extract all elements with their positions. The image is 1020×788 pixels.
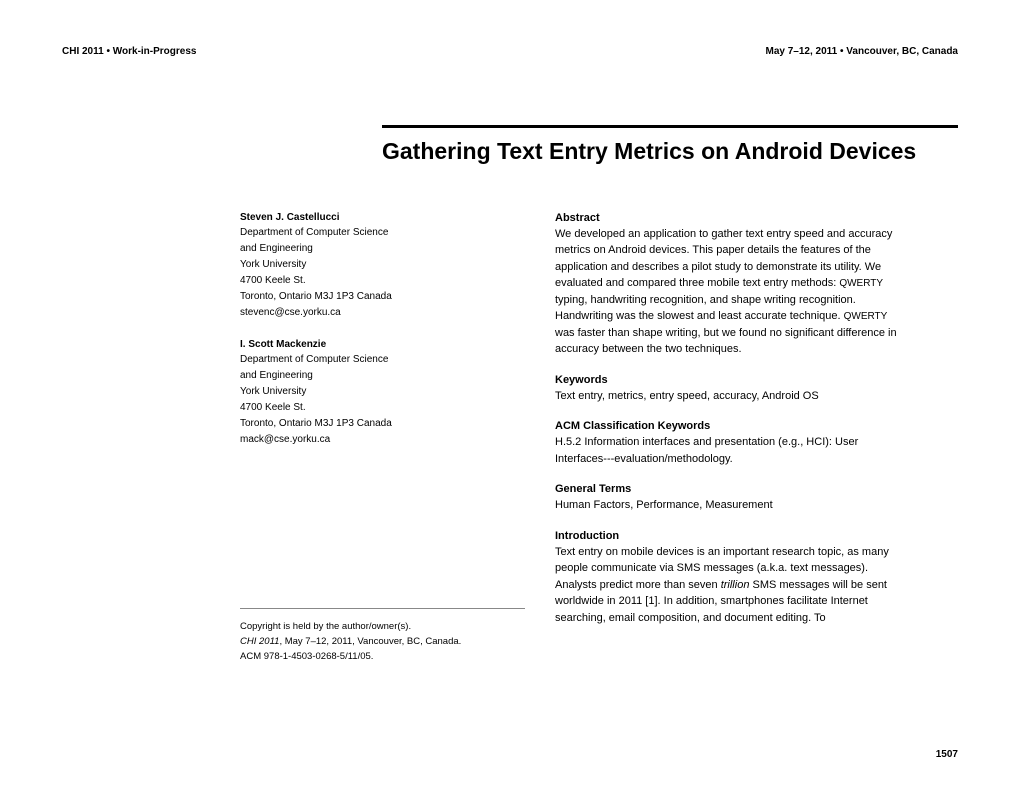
intro-text: Text entry on mobile devices is an impor… <box>555 544 900 627</box>
left-column: Steven J. Castellucci Department of Comp… <box>240 212 525 665</box>
venue-name: CHI 2011 <box>240 636 279 647</box>
author-name: I. Scott Mackenzie <box>240 339 525 350</box>
author-name: Steven J. Castellucci <box>240 212 525 223</box>
copyright-section: Copyright is held by the author/owner(s)… <box>240 608 525 665</box>
venue-date: , May 7–12, 2011, Vancouver, BC, Canada. <box>279 636 461 647</box>
abstract-text: We developed an application to gather te… <box>555 226 900 358</box>
author-affiliation: York University <box>240 384 525 400</box>
abstract-heading: Abstract <box>555 212 900 224</box>
right-column: Abstract We developed an application to … <box>555 212 900 665</box>
author-affiliation: Department of Computer Science <box>240 352 525 368</box>
author-affiliation: 4700 Keele St. <box>240 273 525 289</box>
copyright-line: Copyright is held by the author/owner(s)… <box>240 619 525 634</box>
acm-text: H.5.2 Information interfaces and present… <box>555 434 900 467</box>
terms-text: Human Factors, Performance, Measurement <box>555 497 900 514</box>
content-columns: Steven J. Castellucci Department of Comp… <box>62 212 958 665</box>
author-affiliation: and Engineering <box>240 241 525 257</box>
header-right: May 7–12, 2011 • Vancouver, BC, Canada <box>766 46 959 57</box>
page-number: 1507 <box>936 749 958 760</box>
terms-heading: General Terms <box>555 483 900 495</box>
author-affiliation: York University <box>240 257 525 273</box>
page-header: CHI 2011 • Work-in-Progress May 7–12, 20… <box>62 46 958 57</box>
author-email: stevenc@cse.yorku.ca <box>240 305 525 321</box>
copyright-isbn: ACM 978-1-4503-0268-5/11/05. <box>240 649 525 664</box>
title-section: Gathering Text Entry Metrics on Android … <box>382 125 958 166</box>
author-email: mack@cse.yorku.ca <box>240 432 525 448</box>
header-left: CHI 2011 • Work-in-Progress <box>62 46 196 57</box>
author-block-1: Steven J. Castellucci Department of Comp… <box>240 212 525 321</box>
author-block-2: I. Scott Mackenzie Department of Compute… <box>240 339 525 448</box>
author-affiliation: and Engineering <box>240 368 525 384</box>
author-affiliation: 4700 Keele St. <box>240 400 525 416</box>
keywords-heading: Keywords <box>555 374 900 386</box>
intro-heading: Introduction <box>555 530 900 542</box>
copyright-line: CHI 2011, May 7–12, 2011, Vancouver, BC,… <box>240 634 525 649</box>
acm-heading: ACM Classification Keywords <box>555 420 900 432</box>
paper-title: Gathering Text Entry Metrics on Android … <box>382 138 958 166</box>
author-affiliation: Department of Computer Science <box>240 225 525 241</box>
author-affiliation: Toronto, Ontario M3J 1P3 Canada <box>240 289 525 305</box>
author-affiliation: Toronto, Ontario M3J 1P3 Canada <box>240 416 525 432</box>
keywords-text: Text entry, metrics, entry speed, accura… <box>555 388 900 405</box>
